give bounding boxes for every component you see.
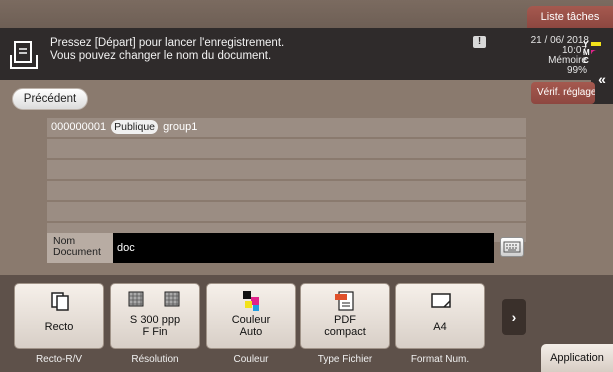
type-fichier-value-line-2: compact [324, 326, 366, 338]
keyboard-icon [503, 241, 521, 253]
document-id: 000000001 [51, 121, 107, 133]
verif-reglage-button[interactable]: Vérif. réglage [531, 82, 595, 104]
double-chevron-left-icon: « [598, 71, 606, 87]
resolution-icon [128, 291, 180, 307]
document-name-label: Nom Document [47, 233, 113, 263]
resolution-caption: Résolution [131, 354, 179, 365]
toner-bar-y [591, 42, 601, 46]
right-column [527, 104, 613, 275]
couleur-caption: Couleur [233, 354, 269, 365]
format-caption: Format Num. [410, 354, 470, 365]
list-item[interactable] [47, 181, 526, 200]
list-item[interactable] [47, 139, 526, 158]
type-fichier-button[interactable]: PDF compact [300, 283, 390, 349]
back-button[interactable]: Précédent [12, 88, 88, 110]
application-button[interactable]: Application [541, 344, 613, 372]
status-memory-value: 99% [566, 65, 587, 76]
resolution-value-line-2: F Fin [142, 326, 168, 338]
message-line-1: Pressez [Départ] pour lancer l'enregistr… [50, 37, 285, 49]
resolution-value-line-1: S 300 ppp [129, 314, 181, 326]
recto-verso-button[interactable]: Recto [14, 283, 104, 349]
main-area: Précédent 000000001 Publique group1 Nom … [0, 80, 527, 275]
function-bar: Recto Recto-R/V S 300 ppp F Fin Résoluti… [0, 275, 613, 372]
couleur-button[interactable]: Couleur Auto [206, 283, 296, 349]
couleur-value: Couleur Auto [207, 314, 295, 338]
document-name-label-line-2: Document [53, 246, 101, 258]
list-item[interactable]: 000000001 Publique group1 [47, 118, 526, 137]
message-text: Pressez [Départ] pour lancer l'enregistr… [50, 37, 284, 63]
resolution-button[interactable]: S 300 ppp F Fin [110, 283, 200, 349]
message-bar: Pressez [Départ] pour lancer l'enregistr… [0, 28, 527, 80]
list-item[interactable] [47, 202, 526, 221]
recto-caption: Recto-R/V [35, 354, 83, 365]
format-num-button[interactable]: A4 [395, 283, 485, 349]
exclamation-icon[interactable]: ! [473, 36, 486, 48]
type-fichier-caption: Type Fichier [317, 354, 373, 365]
duplex-icon [51, 292, 69, 311]
type-fichier-value-line-1: PDF [334, 314, 356, 326]
couleur-value-line-2: Auto [239, 326, 263, 338]
couleur-value-line-1: Couleur [231, 314, 271, 326]
pdf-file-icon [335, 291, 354, 311]
type-fichier-value: PDF compact [301, 314, 389, 338]
tab-liste-taches[interactable]: Liste tâches [527, 6, 613, 28]
scan-document-icon [10, 41, 38, 69]
top-bar: Liste tâches [0, 0, 613, 28]
document-name-field[interactable]: doc [113, 233, 494, 263]
paper-size-icon [431, 293, 451, 308]
list-item[interactable] [47, 160, 526, 179]
message-line-2: Vous pouvez changer le nom du document. [50, 50, 272, 62]
color-mode-icon [243, 291, 259, 311]
resolution-value: S 300 ppp F Fin [111, 314, 199, 338]
format-value: A4 [433, 321, 447, 333]
document-list[interactable]: 000000001 Publique group1 [47, 118, 526, 244]
chevron-right-icon: › [511, 309, 517, 325]
toner-letter-c: C [583, 55, 589, 65]
public-badge: Publique [111, 120, 158, 134]
document-group: group1 [163, 121, 198, 133]
recto-value: Recto [44, 321, 74, 333]
next-page-button[interactable]: › [502, 299, 526, 335]
keyboard-button[interactable] [500, 237, 524, 257]
